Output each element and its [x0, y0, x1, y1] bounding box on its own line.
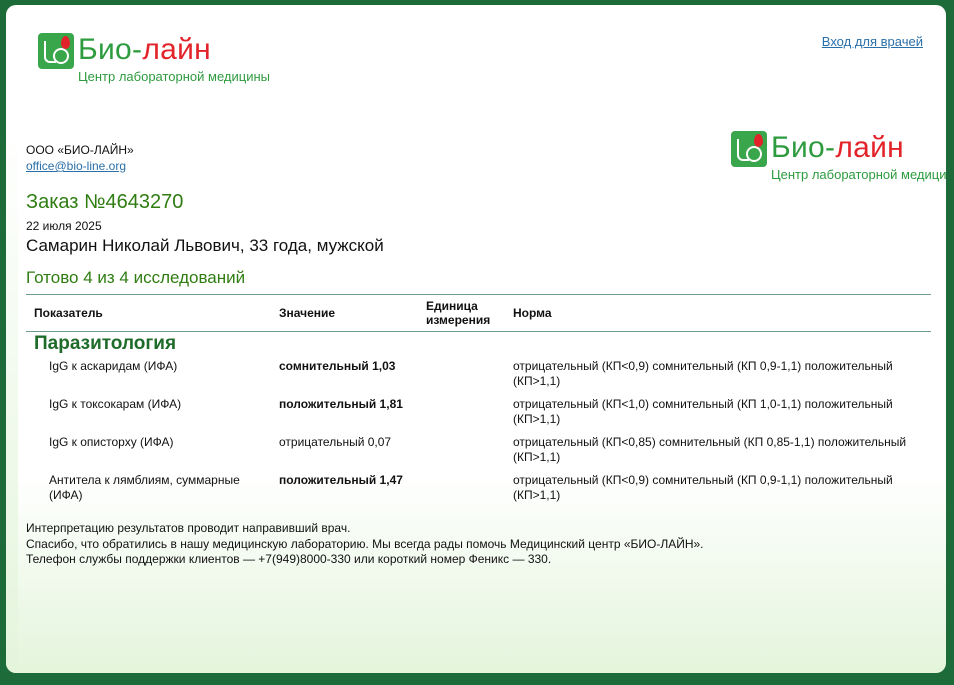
test-unit	[418, 393, 505, 431]
table-row: IgG к токсокарам (ИФА) положительный 1,8…	[26, 393, 931, 431]
logo-name: Био-лайн	[78, 33, 212, 66]
table-row: IgG к описторху (ИФА) отрицательный 0,07…	[26, 431, 931, 469]
test-value: положительный 1,47	[279, 473, 403, 487]
test-value: сомнительный 1,03	[279, 359, 396, 373]
top-logo[interactable]: Био-лайн Центр лабораторной медицины	[38, 33, 270, 84]
document-logo: Био-лайн Центр лабораторной медицины	[731, 131, 946, 182]
section-title: Паразитология	[34, 333, 177, 354]
test-name: IgG к описторху (ИФА)	[49, 435, 174, 449]
logo-subtitle: Центр лабораторной медицины	[78, 69, 270, 84]
test-value: положительный 1,81	[279, 397, 403, 411]
company-name: ООО «БИО-ЛАЙН»	[26, 143, 134, 157]
test-norm: отрицательный (КП<0,9) сомнительный (КП …	[513, 473, 893, 502]
order-date: 22 июля 2025	[26, 219, 102, 233]
logo-name: Био-лайн	[771, 131, 905, 164]
column-header: Значение	[271, 294, 418, 332]
patient-info: Самарин Николай Львович, 33 года, мужско…	[26, 236, 384, 255]
test-unit	[418, 355, 505, 393]
page-frame: Био-лайн Центр лабораторной медицины Вхо…	[6, 5, 946, 673]
company-email-link[interactable]: office@bio-line.org	[26, 159, 134, 173]
company-info: ООО «БИО-ЛАЙН» office@bio-line.org	[26, 143, 134, 173]
order-title: Заказ №4643270	[26, 191, 184, 213]
footer-line: Спасибо, что обратились в нашу медицинск…	[26, 536, 704, 551]
test-unit	[418, 431, 505, 469]
frame-decoration	[6, 120, 18, 673]
logo-icon	[731, 131, 767, 167]
table-row: Антитела к лямблиям, суммарные (ИФА) пол…	[26, 469, 931, 507]
test-name: IgG к токсокарам (ИФА)	[49, 397, 182, 411]
test-value: отрицательный 0,07	[279, 435, 392, 449]
footer-notes: Интерпретацию результатов проводит напра…	[26, 521, 704, 568]
results-table: Показатель Значение Единица измерения Но…	[26, 294, 931, 507]
footer-line: Телефон службы поддержки клиентов — +7(9…	[26, 552, 552, 566]
column-header: Показатель	[26, 294, 271, 332]
footer-line: Интерпретацию результатов проводит напра…	[26, 521, 351, 535]
doctor-login-link[interactable]: Вход для врачей	[822, 34, 923, 49]
column-header: Единица измерения	[418, 294, 505, 332]
test-unit	[418, 469, 505, 507]
logo-icon	[38, 33, 74, 69]
test-norm: отрицательный (КП<0,9) сомнительный (КП …	[513, 359, 893, 388]
test-norm: отрицательный (КП<1,0) сомнительный (КП …	[513, 397, 893, 426]
test-name: Антитела к лямблиям, суммарные (ИФА)	[49, 473, 240, 502]
logo-subtitle: Центр лабораторной медицины	[771, 167, 946, 182]
order-status: Готово 4 из 4 исследований	[26, 268, 246, 287]
column-header: Норма	[505, 294, 931, 332]
test-norm: отрицательный (КП<0,85) сомнительный (КП…	[513, 435, 907, 464]
table-row: IgG к аскаридам (ИФА) сомнительный 1,03 …	[26, 355, 931, 393]
test-name: IgG к аскаридам (ИФА)	[49, 359, 178, 373]
